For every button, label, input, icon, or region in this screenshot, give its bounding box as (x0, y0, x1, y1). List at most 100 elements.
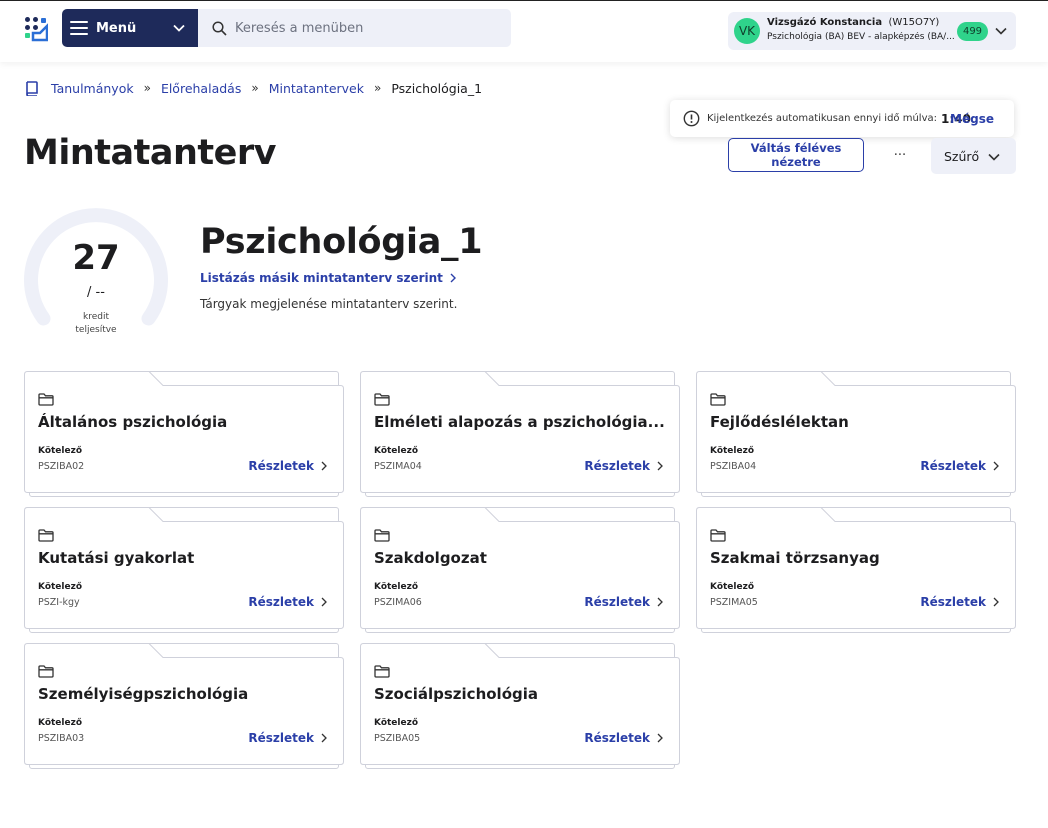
chevron-right-icon (321, 733, 327, 743)
course-title: Szociálpszichológia (374, 685, 538, 703)
details-link[interactable]: Részletek (584, 731, 664, 745)
details-label: Részletek (584, 459, 650, 473)
course-code: PSZIBA02 (38, 461, 85, 472)
chevron-right-icon (450, 273, 456, 283)
details-link[interactable]: Részletek (584, 595, 664, 609)
details-link[interactable]: Részletek (248, 731, 328, 745)
breadcrumb-item-progress[interactable]: Előrehaladás (161, 81, 241, 96)
breadcrumb-item-curricula[interactable]: Mintatantervek (269, 81, 364, 96)
search-input[interactable] (235, 20, 495, 36)
breadcrumb-separator: » (373, 81, 382, 95)
notification-badge[interactable]: 499 (957, 22, 988, 41)
course-card[interactable]: Elméleti alapozás a pszichológia... Kötel… (360, 371, 680, 497)
folder-icon (374, 529, 390, 542)
course-title: Szakmai törzsanyag (710, 549, 880, 567)
folder-icon (38, 393, 54, 406)
card-folder-shape (360, 371, 680, 493)
menu-label: Menü (96, 20, 137, 36)
details-link[interactable]: Részletek (584, 459, 664, 473)
details-link[interactable]: Részletek (248, 459, 328, 473)
logout-toast: Kijelentkezés automatikusan ennyi idő mú… (670, 100, 1014, 137)
other-curriculum-link-label: Listázás másik mintatanterv szerint (200, 271, 443, 285)
chevron-right-icon (657, 597, 663, 607)
curriculum-title: Pszichológia_1 (200, 222, 483, 262)
hamburger-icon (70, 21, 88, 35)
chevron-right-icon (321, 597, 327, 607)
breadcrumb: Tanulmányok » Előrehaladás » Mintatanter… (25, 80, 482, 96)
course-type: Kötelező (38, 718, 83, 728)
course-card[interactable]: Szociálpszichológia Kötelező PSZIBA05 Részl… (360, 643, 680, 769)
card-folder-shape (696, 507, 1016, 629)
menu-button[interactable]: Menü (62, 9, 198, 47)
switch-semester-view-button[interactable]: Váltás féléves nézetre (728, 138, 864, 172)
details-link[interactable]: Részletek (920, 459, 1000, 473)
more-options-button[interactable]: ··· (884, 138, 916, 172)
breadcrumb-separator: » (251, 81, 259, 95)
course-code: PSZI-kgy (38, 597, 80, 608)
chevron-right-icon (321, 461, 327, 471)
cancel-logout-button[interactable]: Mégse (950, 112, 994, 126)
toast-message: Kijelentkezés automatikusan ennyi idő mú… (707, 113, 937, 124)
course-title: Szakdolgozat (374, 549, 487, 567)
course-type: Kötelező (710, 582, 755, 592)
search-icon (212, 20, 227, 36)
course-type: Kötelező (374, 446, 419, 456)
app-logo[interactable] (24, 16, 48, 42)
course-card[interactable]: Szakmai törzsanyag Kötelező PSZIMA05 Részle… (696, 507, 1016, 633)
course-type: Kötelező (374, 582, 419, 592)
credit-caption: kredit (83, 312, 109, 322)
page-title: Mintatanterv (24, 133, 276, 173)
details-label: Részletek (920, 595, 986, 609)
card-folder-shape (360, 507, 680, 629)
details-label: Részletek (584, 595, 650, 609)
credit-total: / -- (87, 285, 105, 300)
course-type: Kötelező (710, 446, 755, 456)
course-code: PSZIMA06 (374, 597, 422, 608)
course-code: PSZIBA05 (374, 733, 421, 744)
course-title: Elméleti alapozás a pszichológia... (374, 413, 664, 431)
course-card[interactable]: Személyiségpszichológia Kötelező PSZIBA03 R… (24, 643, 344, 769)
user-menu[interactable]: VK Vizsgázó Konstancia (W15O7Y) Pszichol… (728, 12, 1016, 50)
menu-search (198, 9, 511, 47)
details-label: Részletek (248, 595, 314, 609)
details-link[interactable]: Részletek (248, 595, 328, 609)
course-title: Fejlődéslélektan (710, 413, 849, 431)
course-code: PSZIBA04 (710, 461, 757, 472)
details-label: Részletek (248, 731, 314, 745)
card-folder-shape (24, 371, 344, 493)
user-code: (W15O7Y) (888, 17, 940, 28)
course-code: PSZIBA03 (38, 733, 85, 744)
top-bar: Menü VK Vizsgázó Konstancia (W15O7Y) Psz… (0, 0, 1048, 62)
filter-button[interactable]: Szűrő (931, 138, 1016, 174)
book-icon (26, 81, 38, 96)
breadcrumb-separator: » (143, 81, 151, 95)
course-card[interactable]: Fejlődéslélektan Kötelező PSZIBA04 Részlete… (696, 371, 1016, 497)
chevron-right-icon (993, 461, 999, 471)
chevron-down-icon (995, 27, 1007, 35)
course-code: PSZIMA04 (374, 461, 422, 472)
chevron-down-icon (988, 153, 1000, 161)
chevron-down-icon (173, 24, 185, 32)
course-card[interactable]: Kutatási gyakorlat Kötelező PSZI-kgy Részle… (24, 507, 344, 633)
filter-label: Szűrő (944, 148, 980, 164)
avatar: VK (734, 18, 760, 44)
chevron-right-icon (657, 733, 663, 743)
details-label: Részletek (920, 459, 986, 473)
course-card[interactable]: Általános pszichológia Kötelező PSZIBA02 Ré… (24, 371, 344, 497)
course-type: Kötelező (374, 718, 419, 728)
other-curriculum-link[interactable]: Listázás másik mintatanterv szerint (200, 271, 457, 285)
card-folder-shape (360, 643, 680, 765)
course-title: Általános pszichológia (38, 413, 228, 431)
folder-icon (710, 393, 726, 406)
user-program: Pszichológia (BA) BÉV - alapképzés (BA/.… (767, 32, 955, 42)
course-card[interactable]: Szakdolgozat Kötelező PSZIMA06 Részletek (360, 507, 680, 633)
folder-icon (374, 393, 390, 406)
user-name: Vizsgázó Konstancia (767, 17, 883, 28)
credit-value: 27 (72, 238, 120, 278)
course-type: Kötelező (38, 446, 83, 456)
card-folder-shape (24, 643, 344, 765)
breadcrumb-item-studies[interactable]: Tanulmányok (51, 81, 134, 96)
card-folder-shape (696, 371, 1016, 493)
details-link[interactable]: Részletek (920, 595, 1000, 609)
details-label: Részletek (584, 731, 650, 745)
